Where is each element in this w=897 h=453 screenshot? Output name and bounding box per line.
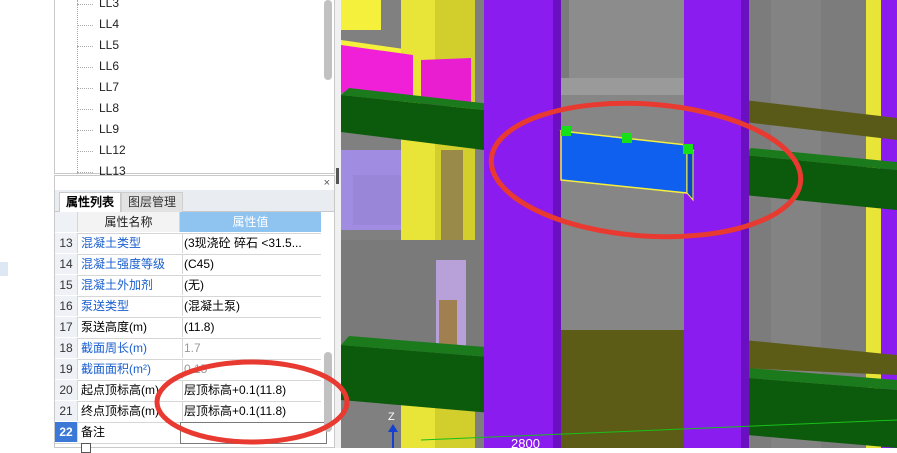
- row-number: 20: [55, 380, 78, 400]
- property-value[interactable]: (混凝土泵): [180, 296, 325, 316]
- tree-item[interactable]: LL9: [99, 119, 119, 140]
- row-number: 18: [55, 338, 78, 358]
- left-strip: [0, 0, 54, 448]
- property-name[interactable]: 混凝土类型: [78, 233, 183, 253]
- middle-wall: [561, 78, 684, 333]
- property-name: 泵送高度(m): [78, 317, 183, 337]
- tree-item[interactable]: LL8: [99, 98, 119, 119]
- row-number: 16: [55, 296, 78, 316]
- lower-window-brown: [439, 300, 457, 345]
- row-number: 14: [55, 254, 78, 274]
- property-value[interactable]: (3现浇砼 碎石 <31.5...: [180, 233, 325, 253]
- tree-item[interactable]: LL4: [99, 14, 119, 35]
- column-header-value: 属性值: [180, 212, 321, 232]
- panel-red-annotation: [154, 359, 350, 445]
- tree-scrollbar-thumb[interactable]: [324, 0, 332, 80]
- tab-property-list[interactable]: 属性列表: [59, 192, 122, 212]
- yellow-column-e: [341, 0, 381, 30]
- property-name[interactable]: 混凝土强度等级: [78, 254, 183, 274]
- row-checkbox[interactable]: [81, 443, 91, 453]
- middle-wall-top: [561, 78, 684, 95]
- tree-item[interactable]: LL12: [99, 140, 126, 161]
- dimension-text: 2800: [511, 436, 540, 448]
- row-number: 19: [55, 359, 78, 379]
- row-number: 13: [55, 233, 78, 253]
- property-row[interactable]: 17 泵送高度(m) (11.8): [55, 317, 321, 339]
- purple-column-1-edge: [553, 0, 561, 448]
- property-row[interactable]: 16 泵送类型 (混凝土泵): [55, 296, 321, 318]
- beam-grip-end: [683, 144, 693, 154]
- property-name[interactable]: 泵送类型: [78, 296, 183, 316]
- component-tree-panel: LL3 LL4 LL5 LL6 LL7 LL8 LL9 LL12 LL13: [54, 0, 335, 178]
- tree-branch-line: [77, 172, 93, 173]
- row-number: 15: [55, 275, 78, 295]
- purple-column-1-front: [484, 0, 556, 448]
- tree-item[interactable]: LL6: [99, 56, 119, 77]
- 3d-scene[interactable]: Z 2800: [341, 0, 897, 448]
- 3d-viewport[interactable]: Z 2800: [341, 0, 897, 448]
- tree-branch-line: [77, 67, 93, 68]
- tree-item[interactable]: LL5: [99, 35, 119, 56]
- row-number: 17: [55, 317, 78, 337]
- tree-branch-line: [77, 88, 93, 89]
- row-number: 21: [55, 401, 78, 421]
- tree-branch-line: [77, 25, 93, 26]
- tree-branch-line: [77, 46, 93, 47]
- beam-grip-start: [561, 126, 571, 136]
- tree-item[interactable]: LL7: [99, 77, 119, 98]
- row-number-header: [55, 212, 78, 232]
- tab-layer-management[interactable]: 图层管理: [121, 192, 184, 212]
- panel-tabs: 属性列表 图层管理: [55, 190, 334, 212]
- splitter-grip[interactable]: [336, 168, 339, 184]
- tree-branch-line: [77, 151, 93, 152]
- property-value[interactable]: (无): [180, 275, 325, 295]
- property-value[interactable]: (11.8): [180, 317, 325, 337]
- property-row[interactable]: 14 混凝土强度等级 (C45): [55, 254, 321, 276]
- purple-column-2-front: [684, 0, 744, 448]
- close-icon[interactable]: ×: [324, 177, 330, 189]
- tree-branch-line: [77, 4, 93, 5]
- middle-wall-lower: [561, 330, 684, 448]
- row-number: 22: [55, 422, 78, 442]
- tree-branch-line: [77, 109, 93, 110]
- property-value[interactable]: (C45): [180, 254, 325, 274]
- column-header-name: 属性名称: [78, 212, 180, 232]
- panel-red-annotation-ellipse: [154, 359, 350, 445]
- property-grid-header: 属性名称 属性值: [55, 212, 321, 234]
- tree-branch-line: [77, 130, 93, 131]
- beam-grip-mid: [622, 133, 632, 143]
- property-name[interactable]: 混凝土外加剂: [78, 275, 183, 295]
- tree-guide-line: [77, 0, 78, 174]
- tree-item[interactable]: LL3: [99, 0, 119, 14]
- property-row[interactable]: 15 混凝土外加剂 (无): [55, 275, 321, 297]
- axis-gizmo-z-label: Z: [388, 411, 395, 423]
- left-strip-marker: [0, 262, 8, 276]
- property-row[interactable]: 13 混凝土类型 (3现浇砼 碎石 <31.5...: [55, 233, 321, 255]
